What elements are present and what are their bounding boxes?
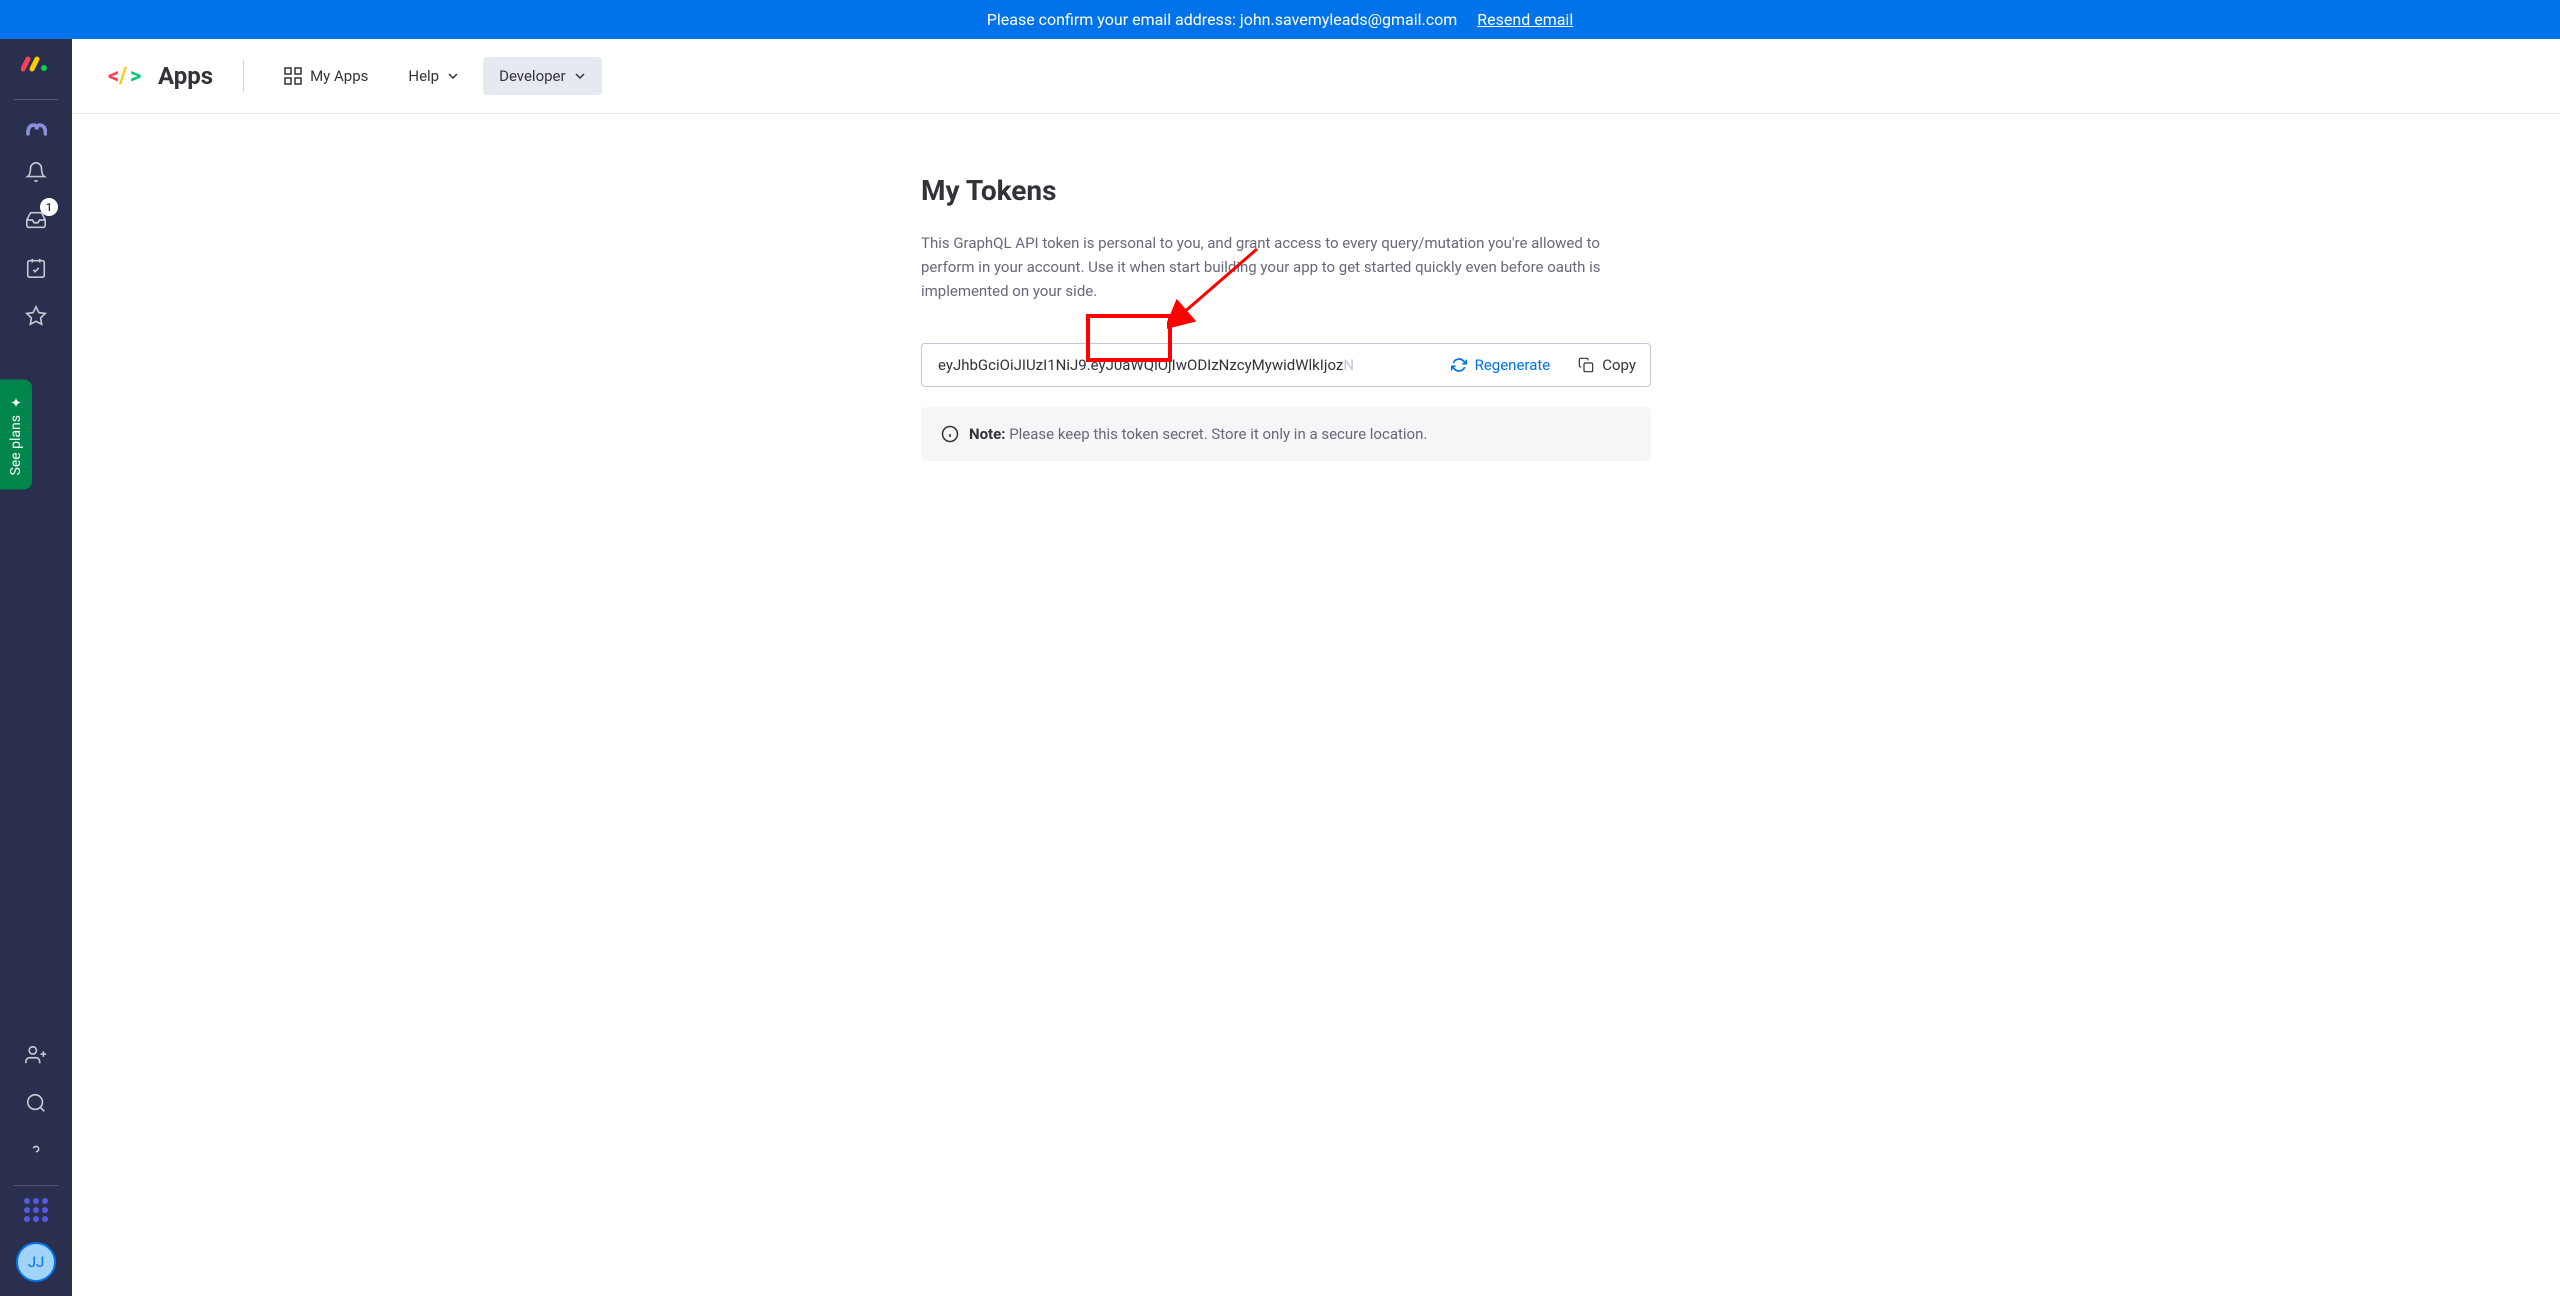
search-icon[interactable] — [16, 1083, 56, 1123]
refresh-icon — [1451, 357, 1467, 373]
copy-button[interactable]: Copy — [1564, 344, 1650, 386]
regenerate-button[interactable]: Regenerate — [1437, 344, 1565, 386]
note-box: Note: Please keep this token secret. Sto… — [921, 407, 1651, 461]
sidebar-divider — [14, 99, 58, 100]
nav-developer[interactable]: Developer — [483, 57, 602, 95]
info-icon — [941, 425, 959, 443]
copy-icon — [1578, 357, 1594, 373]
content-area: < / > Apps My Apps Help — [72, 39, 2560, 1296]
apps-brand[interactable]: < / > Apps — [108, 62, 213, 90]
nav-divider — [243, 60, 244, 92]
apps-brand-icon: < / > — [108, 64, 148, 88]
inbox-badge: 1 — [40, 198, 58, 216]
monday-logo[interactable] — [21, 53, 51, 87]
chevron-down-icon — [574, 70, 586, 82]
svg-text:/: / — [118, 64, 127, 88]
svg-text:<: < — [108, 64, 119, 88]
main-content: My Tokens This GraphQL API token is pers… — [72, 114, 2560, 1296]
token-row: eyJhbGciOiJIUzI1NiJ9.eyJ0aWQiOjIwODIzNzc… — [921, 343, 1651, 387]
nav-help[interactable]: Help — [392, 57, 475, 95]
user-avatar[interactable]: JJ — [16, 1242, 56, 1282]
grid-icon — [284, 67, 302, 85]
main-container: 1 See plans ✦ — [0, 39, 2560, 1296]
email-banner: Please confirm your email address: john.… — [0, 0, 2560, 39]
token-value: eyJhbGciOiJIUzI1NiJ9.eyJ0aWQiOjIwODIzNzc… — [922, 356, 1437, 374]
svg-text:>: > — [130, 64, 141, 88]
page-description: This GraphQL API token is personal to yo… — [921, 231, 1651, 303]
favorites-icon[interactable] — [16, 296, 56, 336]
top-nav: < / > Apps My Apps Help — [72, 39, 2560, 114]
sparkle-icon: ✦ — [8, 393, 24, 409]
nav-my-apps[interactable]: My Apps — [268, 57, 384, 95]
resend-email-link[interactable]: Resend email — [1477, 10, 1573, 29]
workspace-icon[interactable] — [20, 112, 52, 144]
invite-members-icon[interactable] — [16, 1035, 56, 1075]
apps-menu-icon[interactable] — [24, 1198, 48, 1222]
apps-brand-text: Apps — [158, 62, 213, 90]
sidebar: 1 See plans ✦ — [0, 39, 72, 1296]
chevron-down-icon — [447, 70, 459, 82]
note-text: Note: Please keep this token secret. Sto… — [969, 425, 1427, 443]
inbox-icon[interactable]: 1 — [16, 200, 56, 240]
banner-text: Please confirm your email address: john.… — [987, 10, 1458, 29]
page-title: My Tokens — [921, 174, 1651, 207]
my-work-icon[interactable] — [16, 248, 56, 288]
notifications-icon[interactable] — [16, 152, 56, 192]
see-plans-tab[interactable]: See plans ✦ — [0, 379, 32, 489]
help-icon[interactable] — [16, 1131, 56, 1171]
sidebar-divider — [14, 1185, 58, 1186]
